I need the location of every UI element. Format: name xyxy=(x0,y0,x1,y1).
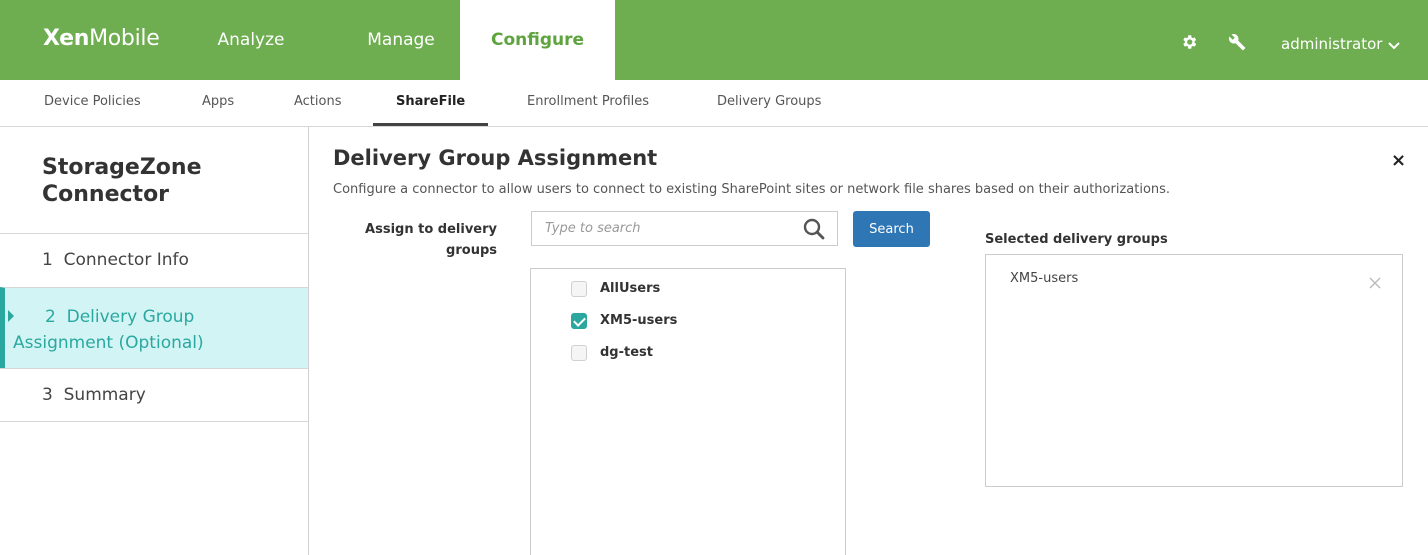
xenmobile-logo[interactable]: XenMobile xyxy=(43,26,160,51)
logo-light-text: Mobile xyxy=(89,26,160,51)
group-name: AllUsers xyxy=(600,281,661,296)
sub-navigation: Device Policies Apps Actions ShareFile E… xyxy=(0,80,1428,127)
search-field xyxy=(531,211,838,246)
wizard-title: StorageZone Connector xyxy=(42,155,202,207)
tab-manage[interactable]: Manage xyxy=(346,0,456,80)
subnav-device-policies[interactable]: Device Policies xyxy=(44,80,141,126)
group-name: XM5-users xyxy=(600,313,678,328)
wizard-step-label: 3 Summary xyxy=(42,385,146,405)
active-step-pointer-icon xyxy=(8,310,14,322)
subnav-enrollment-profiles[interactable]: Enrollment Profiles xyxy=(527,80,649,126)
gear-icon[interactable] xyxy=(1180,33,1198,51)
top-navigation-bar: XenMobile Analyze Manage Configure admin… xyxy=(0,0,1428,80)
subnav-delivery-groups[interactable]: Delivery Groups xyxy=(717,80,821,126)
close-icon[interactable] xyxy=(1369,274,1381,289)
checkbox-xm5-users[interactable] xyxy=(571,313,587,329)
wrench-icon[interactable] xyxy=(1228,33,1246,51)
selected-groups-box: XM5-users xyxy=(985,254,1403,487)
subnav-apps[interactable]: Apps xyxy=(202,80,234,126)
group-name: dg-test xyxy=(600,345,653,360)
checkbox-allusers[interactable] xyxy=(571,281,587,297)
search-icon[interactable] xyxy=(803,218,825,240)
subnav-actions[interactable]: Actions xyxy=(294,80,342,126)
logo-bold-text: Xen xyxy=(43,26,90,51)
wizard-step-label: 1 Connector Info xyxy=(42,250,189,270)
wizard-step-delivery-group-assignment[interactable]: 2 Delivery Group Assignment (Optional) xyxy=(0,287,308,368)
wizard-sidebar: StorageZone Connector 1 Connector Info 2… xyxy=(0,127,309,555)
subnav-sharefile[interactable]: ShareFile xyxy=(372,80,489,126)
page-description: Configure a connector to allow users to … xyxy=(333,182,1171,197)
tab-analyze[interactable]: Analyze xyxy=(196,0,306,80)
user-menu[interactable]: administrator xyxy=(1281,0,1401,80)
page-title: Delivery Group Assignment xyxy=(333,146,658,170)
assign-groups-label: Assign to delivery groups xyxy=(365,222,497,258)
wizard-step-summary[interactable]: 3 Summary xyxy=(0,368,308,422)
user-name: administrator xyxy=(1281,35,1383,53)
close-button[interactable]: × xyxy=(1391,150,1406,171)
chevron-down-icon xyxy=(1388,1,1401,89)
tab-configure[interactable]: Configure xyxy=(460,0,615,80)
checkbox-dg-test[interactable] xyxy=(571,345,587,361)
delivery-group-list: AllUsers XM5-users dg-test xyxy=(530,268,846,555)
selected-group-item: XM5-users xyxy=(1010,271,1079,286)
search-input[interactable] xyxy=(532,212,792,245)
wizard-step-connector-info[interactable]: 1 Connector Info xyxy=(0,233,308,287)
selected-groups-label: Selected delivery groups xyxy=(985,232,1168,247)
search-button[interactable]: Search xyxy=(853,211,930,247)
wizard-step-label: 2 Delivery Group Assignment (Optional) xyxy=(13,307,204,353)
